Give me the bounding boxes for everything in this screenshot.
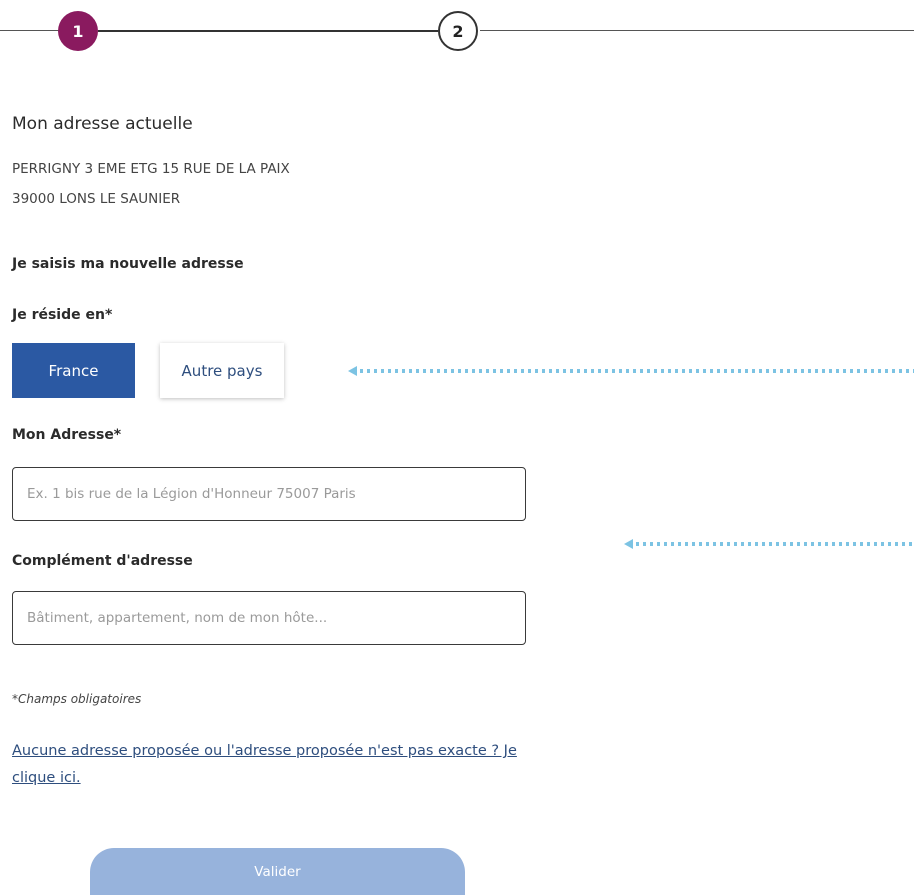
annotation-arrow-icon	[624, 539, 914, 549]
required-fields-note: *Champs obligatoires	[12, 692, 142, 706]
stepper-line-left	[0, 30, 60, 31]
submit-button[interactable]: Valider	[90, 848, 465, 895]
no-address-help-link[interactable]: Aucune adresse proposée ou l'adresse pro…	[12, 738, 542, 792]
address-input[interactable]	[12, 467, 526, 521]
current-address-title: Mon adresse actuelle	[12, 114, 193, 134]
reside-label: Je réside en*	[12, 307, 113, 323]
complement-label: Complément d'adresse	[12, 553, 193, 569]
address-label: Mon Adresse*	[12, 427, 122, 443]
new-address-heading: Je saisis ma nouvelle adresse	[12, 256, 244, 272]
country-france-button[interactable]: France	[12, 343, 135, 398]
complement-input[interactable]	[12, 591, 526, 645]
country-other-button[interactable]: Autre pays	[160, 343, 284, 398]
annotation-arrow-icon	[348, 366, 914, 376]
stepper-step-1: 1	[58, 11, 98, 51]
current-address-line-1: PERRIGNY 3 EME ETG 15 RUE DE LA PAIX	[12, 161, 290, 177]
stepper-line-right	[480, 30, 914, 31]
current-address-line-2: 39000 LONS LE SAUNIER	[12, 191, 181, 207]
stepper-line-progress	[98, 30, 438, 32]
stepper-step-2: 2	[438, 11, 478, 51]
